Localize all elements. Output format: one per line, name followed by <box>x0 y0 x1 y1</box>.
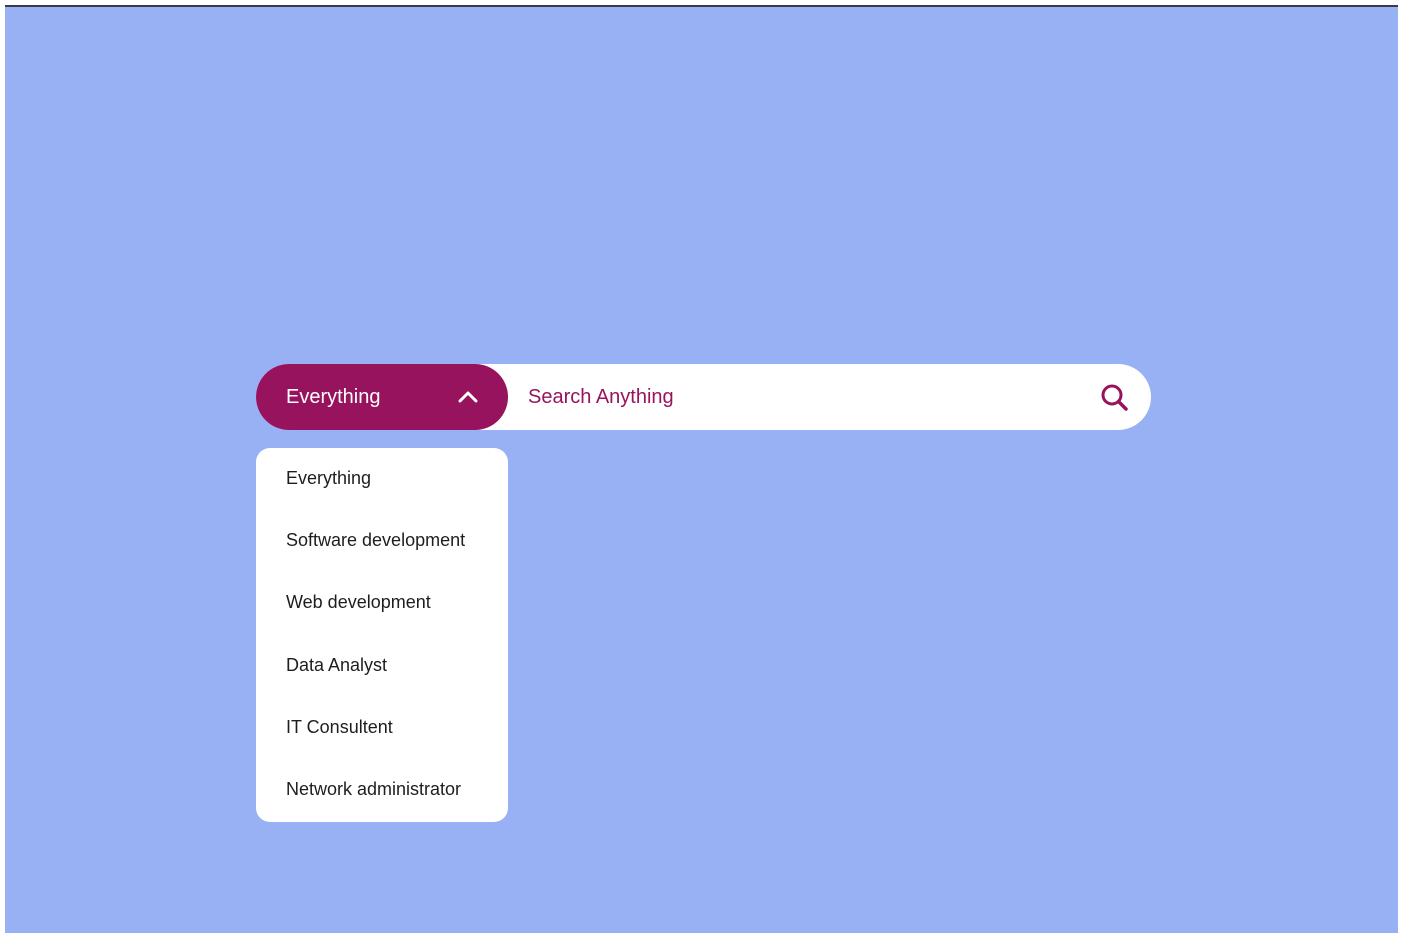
category-dropdown: Everything Software development Web deve… <box>256 448 508 822</box>
chevron-up-icon <box>457 388 479 406</box>
dropdown-item-everything[interactable]: Everything <box>286 467 371 489</box>
dropdown-item-network-administrator[interactable]: Network administrator <box>286 778 461 800</box>
category-select-label: Everything <box>286 386 381 408</box>
dropdown-item-software-development[interactable]: Software development <box>286 529 465 551</box>
dropdown-item-web-development[interactable]: Web development <box>286 591 431 613</box>
search-button[interactable] <box>1099 382 1131 414</box>
search-input[interactable] <box>528 380 1088 414</box>
search-bar: Everything <box>256 364 1151 430</box>
dropdown-item-data-analyst[interactable]: Data Analyst <box>286 654 387 676</box>
dropdown-item-it-consultent[interactable]: IT Consultent <box>286 716 393 738</box>
category-select[interactable]: Everything <box>256 364 508 430</box>
page-background: Everything Everything Software developme… <box>5 5 1398 933</box>
search-icon <box>1099 384 1131 418</box>
